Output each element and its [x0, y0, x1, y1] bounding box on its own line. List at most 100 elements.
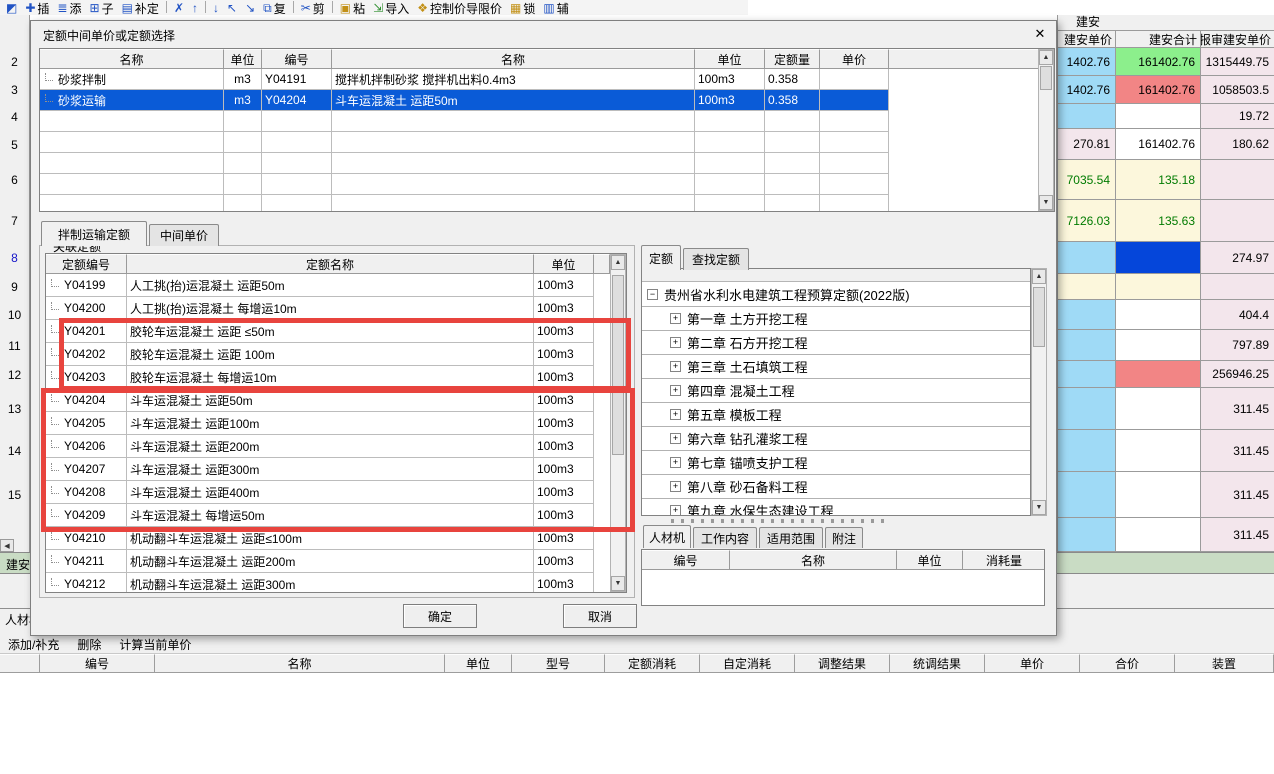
toolbar-node-button[interactable]: ◩ [6, 0, 17, 15]
toolbar-insert-button[interactable]: ✚ 插 [25, 0, 49, 15]
scroll-up-icon[interactable]: ▲ [1032, 269, 1046, 284]
quota-row[interactable]: Y04207 斗车运混凝土 运距300m 100m3 [46, 458, 626, 481]
row-number[interactable]: 11 [0, 330, 29, 361]
toolbar-paste-button[interactable]: ▣ 粘 [340, 0, 365, 15]
tab-labor-material[interactable]: 人材机 [643, 525, 691, 548]
quota-row[interactable]: Y04201 胶轮车运混凝土 运距 ≤50m 100m3 [46, 320, 626, 343]
scroll-down-icon[interactable]: ▼ [1032, 500, 1046, 515]
scroll-left-icon[interactable]: ◀ [0, 539, 14, 552]
row-number[interactable]: 8 [0, 242, 29, 274]
row-number[interactable]: 5 [0, 129, 29, 160]
toolbar-child-button[interactable]: ⊞ 子 [90, 0, 114, 15]
quota-row[interactable]: Y04204 斗车运混凝土 运距50m 100m3 [46, 389, 626, 412]
spreadsheet-row[interactable]: 797.89 [1058, 330, 1274, 361]
row-number[interactable]: 14 [0, 430, 29, 472]
tree-chapter-node[interactable]: + 第八章 砂石备料工程 [642, 475, 1030, 499]
spreadsheet-row[interactable]: 1402.76 161402.76 1315449.75 [1058, 48, 1274, 76]
toolbar-control-price-button[interactable]: ❖ 控制价导限价 [417, 0, 502, 15]
tab-quota[interactable]: 定额 [641, 245, 681, 270]
row-number[interactable]: 7 [0, 200, 29, 242]
toolbar-level-down-button[interactable]: ↘ [245, 0, 255, 15]
row-number[interactable]: 15 [0, 472, 29, 518]
quota-row[interactable]: Y04211 机动翻斗车运混凝土 运距200m 100m3 [46, 550, 626, 573]
toolbar-copy-button[interactable]: ⧉ 复 [263, 0, 286, 15]
spreadsheet-row[interactable]: 311.45 [1058, 472, 1274, 518]
row-number[interactable]: 3 [0, 76, 29, 104]
row-number[interactable]: 4 [0, 104, 29, 129]
tree-chapter-node[interactable]: + 第七章 锚喷支护工程 [642, 451, 1030, 475]
scroll-up-icon[interactable]: ▲ [1039, 50, 1053, 65]
toolbar-delete-button[interactable]: ✗ [174, 0, 184, 15]
tab-search-quota[interactable]: 查找定额 [683, 248, 749, 270]
tree-root-node[interactable]: − 贵州省水利水电建筑工程预算定额(2022版) [642, 283, 1030, 307]
tree-chapter-node[interactable]: + 第六章 钻孔灌浆工程 [642, 427, 1030, 451]
empty-row[interactable] [40, 174, 1054, 195]
tab-intermediate-price[interactable]: 中间单价 [149, 224, 219, 246]
row-number[interactable]: 2 [0, 48, 29, 76]
quota-row[interactable]: Y04199 人工挑(抬)运混凝土 运距50m 100m3 [46, 274, 626, 297]
spreadsheet-row[interactable]: 311.45 [1058, 518, 1274, 552]
row-number[interactable]: 9 [0, 274, 29, 300]
cancel-button[interactable]: 取消 [563, 604, 637, 628]
empty-row[interactable] [40, 132, 1054, 153]
spreadsheet-row[interactable]: 7126.03 135.63 [1058, 200, 1274, 242]
intermediate-price-row[interactable]: 砂浆拌制 m3 Y04191 搅拌机拌制砂浆 搅拌机出料0.4m3 100m3 0.358 [40, 69, 1054, 90]
empty-row[interactable] [40, 195, 1054, 211]
spreadsheet-row[interactable]: 19.72 [1058, 104, 1274, 129]
menu-delete[interactable]: 删除 [77, 636, 101, 653]
toolbar-move-down-button[interactable]: ↓ [213, 0, 219, 15]
quota-row[interactable]: Y04200 人工挑(抬)运混凝土 每增运10m 100m3 [46, 297, 626, 320]
scrollbar-thumb[interactable] [612, 275, 624, 455]
toolbar-move-up-button[interactable]: ↑ [192, 0, 198, 15]
tab-work-content[interactable]: 工作内容 [693, 527, 757, 548]
intermediate-price-row[interactable]: 砂浆运输 m3 Y04204 斗车运混凝土 运距50m 100m3 0.358 [40, 90, 1054, 111]
quota-row[interactable]: Y04212 机动翻斗车运混凝土 运距300m 100m3 [46, 573, 626, 592]
empty-row[interactable] [40, 111, 1054, 132]
row-number[interactable]: 10 [0, 300, 29, 330]
quota-row[interactable]: Y04202 胶轮车运混凝土 运距 100m 100m3 [46, 343, 626, 366]
spreadsheet-row[interactable]: 256946.25 [1058, 361, 1274, 388]
tab-notes[interactable]: 附注 [825, 527, 863, 548]
spreadsheet-row[interactable]: 7035.54 135.18 [1058, 160, 1274, 200]
toolbar-import-button[interactable]: ⇲ 导入 [373, 0, 409, 15]
splitter-handle[interactable] [671, 519, 891, 523]
top-table-scrollbar[interactable]: ▲ ▼ [1038, 49, 1054, 211]
ok-button[interactable]: 确定 [403, 604, 477, 628]
spreadsheet-row[interactable] [1058, 274, 1274, 300]
scrollbar-thumb[interactable] [1040, 66, 1052, 90]
tree-chapter-node[interactable]: + 第九章 水保生态建设工程 [642, 499, 1030, 515]
tree-chapter-node[interactable]: + 第四章 混凝土工程 [642, 379, 1030, 403]
tree-chapter-node[interactable]: + 第一章 土方开挖工程 [642, 307, 1030, 331]
tab-mix-transport-quota[interactable]: 拌制运输定额 [41, 221, 147, 246]
toolbar-append-button[interactable]: ≣ 添 [57, 0, 81, 15]
bottom-table-body[interactable] [0, 673, 1274, 774]
spreadsheet-row[interactable]: 404.4 [1058, 300, 1274, 330]
spreadsheet-row[interactable]: 311.45 [1058, 388, 1274, 430]
toolbar-level-up-button[interactable]: ↖ [227, 0, 237, 15]
quota-row[interactable]: Y04206 斗车运混凝土 运距200m 100m3 [46, 435, 626, 458]
quota-row[interactable]: Y04205 斗车运混凝土 运距100m 100m3 [46, 412, 626, 435]
quota-row[interactable]: Y04203 胶轮车运混凝土 每增运10m 100m3 [46, 366, 626, 389]
spreadsheet-row[interactable]: 270.81 161402.76 180.62 [1058, 129, 1274, 160]
row-number[interactable]: 13 [0, 388, 29, 430]
quota-table-scrollbar[interactable]: ▲ ▼ [610, 254, 626, 592]
row-number[interactable]: 12 [0, 361, 29, 388]
tree-chapter-node[interactable]: + 第二章 石方开挖工程 [642, 331, 1030, 355]
menu-calc-current-price[interactable]: 计算当前单价 [119, 636, 191, 653]
quota-row[interactable]: Y04209 斗车运混凝土 每增运50m 100m3 [46, 504, 626, 527]
spreadsheet-row[interactable]: 274.97 [1058, 242, 1274, 274]
toolbar-lock-button[interactable]: ▦ 锁 [510, 0, 535, 15]
close-icon[interactable]: ✕ [1031, 25, 1049, 43]
scroll-down-icon[interactable]: ▼ [611, 576, 625, 591]
toolbar-supplement-quota-button[interactable]: ▤ 补定 [122, 0, 159, 15]
tree-scrollbar[interactable]: ▲ ▼ [1031, 268, 1047, 516]
spreadsheet-row[interactable]: 1402.76 161402.76 1058503.5 [1058, 76, 1274, 104]
tab-applicable-scope[interactable]: 适用范围 [759, 527, 823, 548]
empty-row[interactable] [40, 153, 1054, 174]
quota-row[interactable]: Y04208 斗车运混凝土 运距400m 100m3 [46, 481, 626, 504]
toolbar-cut-button[interactable]: ✂ 剪 [301, 0, 325, 15]
quota-row[interactable]: Y04210 机动翻斗车运混凝土 运距≤100m 100m3 [46, 527, 626, 550]
tree-chapter-node[interactable]: + 第五章 模板工程 [642, 403, 1030, 427]
tree-chapter-node[interactable]: + 第三章 土石填筑工程 [642, 355, 1030, 379]
menu-add-supplement[interactable]: 添加/补充 [8, 636, 59, 653]
